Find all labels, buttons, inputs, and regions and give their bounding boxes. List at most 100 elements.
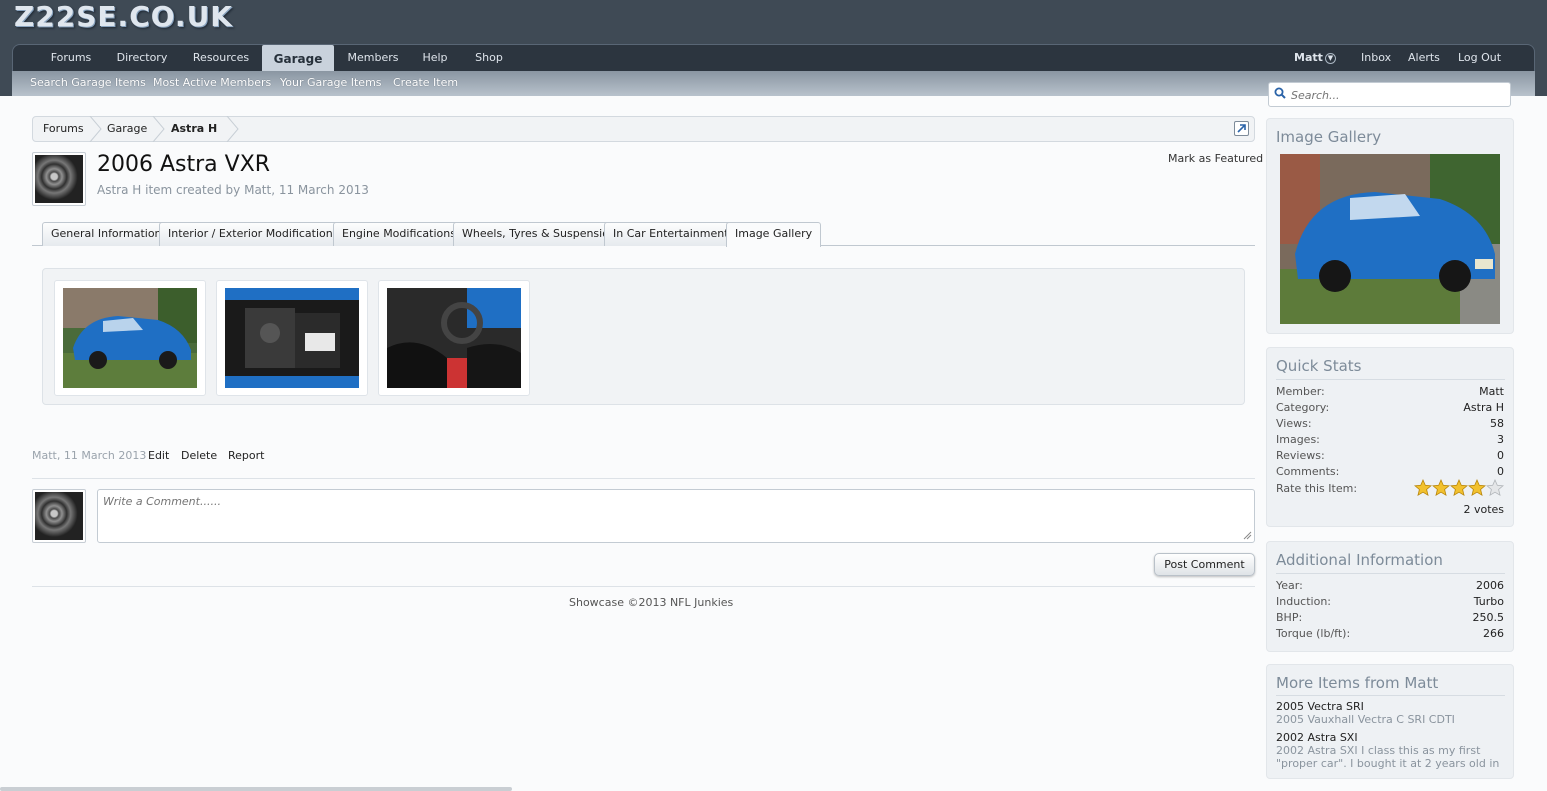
stat-label: Images:: [1276, 433, 1320, 446]
subnav-most-active[interactable]: Most Active Members: [153, 71, 271, 96]
breadcrumb: Forums Garage Astra H: [32, 116, 1255, 142]
subnav-your-items[interactable]: Your Garage Items: [280, 71, 382, 96]
tab-general-information[interactable]: General Information: [42, 222, 171, 246]
user-menu[interactable]: Matt ▼: [1294, 45, 1336, 71]
nav-logout[interactable]: Log Out: [1458, 45, 1501, 71]
user-name: Matt: [1294, 51, 1323, 64]
breadcrumb-separator-icon: [226, 116, 239, 142]
nav-tab-forums[interactable]: Forums: [41, 45, 101, 71]
nav-tab-help[interactable]: Help: [415, 45, 455, 71]
tab-image-gallery[interactable]: Image Gallery: [726, 222, 822, 247]
stat-comments: 0: [1497, 465, 1504, 478]
nav-tab-members[interactable]: Members: [341, 45, 405, 71]
breadcrumb-astra-h[interactable]: Astra H: [171, 117, 217, 141]
sidebar-image-gallery: Image Gallery: [1266, 118, 1514, 334]
rate-label: Rate this Item:: [1276, 482, 1358, 495]
info-label: Torque (lb/ft):: [1276, 627, 1351, 640]
interior-photo: [387, 288, 521, 388]
quick-stats-title: Quick Stats: [1276, 357, 1362, 375]
search-box[interactable]: [1268, 82, 1511, 107]
tab-in-car-entertainment[interactable]: In Car Entertainment: [604, 222, 738, 246]
divider: [32, 586, 1255, 587]
more-item-desc: 2002 Astra SXI I class this as my first …: [1276, 744, 1500, 770]
search-icon: [1274, 87, 1286, 99]
gallery-thumb-engine[interactable]: [216, 280, 368, 396]
search-input[interactable]: [1291, 86, 1503, 104]
page-title: 2006 Astra VXR: [97, 152, 271, 177]
additional-info-title: Additional Information: [1276, 551, 1443, 569]
stat-member[interactable]: Matt: [1479, 385, 1504, 398]
jump-to-icon[interactable]: [1234, 121, 1249, 136]
image-gallery: [42, 268, 1245, 405]
stat-images: 3: [1497, 433, 1504, 446]
info-label: Year:: [1276, 579, 1303, 592]
resize-grip-icon[interactable]: [1243, 531, 1252, 540]
post-comment-button[interactable]: Post Comment: [1154, 553, 1255, 576]
star-filled-icon[interactable]: [1432, 479, 1450, 497]
info-bhp: 250.5: [1472, 611, 1505, 624]
nav-tab-resources[interactable]: Resources: [186, 45, 256, 71]
info-induction: Turbo: [1473, 595, 1504, 608]
gallery-feature-photo[interactable]: [1280, 154, 1500, 324]
gallery-thumb-exterior[interactable]: [54, 280, 206, 396]
star-empty-icon[interactable]: [1486, 479, 1504, 497]
nav-tab-garage[interactable]: Garage: [262, 45, 334, 73]
stat-category[interactable]: Astra H: [1463, 401, 1504, 414]
sidebar-additional-info: Additional Information Year: 2006 Induct…: [1266, 541, 1514, 652]
chevron-down-icon: ▼: [1324, 52, 1336, 64]
nav-inbox[interactable]: Inbox: [1361, 45, 1391, 71]
car-exterior-photo: [63, 288, 197, 388]
delete-link[interactable]: Delete: [181, 449, 217, 462]
gallery-thumb-interior[interactable]: [378, 280, 530, 396]
meta-date: 11 March 2013: [63, 449, 147, 462]
nav-alerts[interactable]: Alerts: [1408, 45, 1440, 71]
main-nav: Forums Directory Resources Garage Member…: [12, 44, 1535, 73]
more-item-title[interactable]: 2002 Astra SXI: [1276, 731, 1358, 744]
star-filled-icon[interactable]: [1468, 479, 1486, 497]
nav-tab-directory[interactable]: Directory: [109, 45, 175, 71]
engine-bay-photo: [225, 288, 359, 388]
stat-reviews: 0: [1497, 449, 1504, 462]
info-label: BHP:: [1276, 611, 1303, 624]
nav-tab-shop[interactable]: Shop: [468, 45, 510, 71]
stat-label: Category:: [1276, 401, 1330, 414]
mark-featured-link[interactable]: Mark as Featured: [1168, 152, 1263, 165]
sidebar-gallery-title: Image Gallery: [1276, 128, 1382, 146]
star-filled-icon[interactable]: [1450, 479, 1468, 497]
more-item-desc: 2005 Vauxhall Vectra C SRI CDTI: [1276, 713, 1455, 726]
stat-label: Views:: [1276, 417, 1312, 430]
tab-engine-modifications[interactable]: Engine Modifications: [333, 222, 465, 246]
star-filled-icon[interactable]: [1414, 479, 1432, 497]
breadcrumb-separator-icon: [152, 116, 165, 142]
divider: [32, 478, 1255, 479]
sidebar-quick-stats: Quick Stats Member: Matt Category: Astra…: [1266, 347, 1514, 527]
info-label: Induction:: [1276, 595, 1331, 608]
subnav-search-garage[interactable]: Search Garage Items: [30, 71, 146, 96]
footer-copyright: Showcase ©2013 NFL Junkies: [569, 596, 734, 609]
page-description: Astra H item created by Matt, 11 March 2…: [97, 183, 369, 197]
breadcrumb-garage[interactable]: Garage: [107, 117, 147, 141]
meta-author[interactable]: Matt: [32, 449, 57, 462]
horizontal-scrollbar[interactable]: [0, 787, 512, 791]
tab-interior-exterior[interactable]: Interior / Exterior Modifications: [159, 222, 348, 246]
tab-wheels-tyres[interactable]: Wheels, Tyres & Suspension: [453, 222, 625, 246]
comment-avatar[interactable]: [32, 489, 86, 543]
stat-views: 58: [1490, 417, 1504, 430]
more-items-title: More Items from Matt: [1276, 674, 1439, 692]
stat-label: Member:: [1276, 385, 1325, 398]
edit-link[interactable]: Edit: [148, 449, 169, 462]
site-logo[interactable]: Z22SE.CO.UK: [14, 0, 233, 33]
stat-label: Reviews:: [1276, 449, 1325, 462]
item-author[interactable]: Matt, 11 March 2013: [32, 449, 146, 462]
info-year: 2006: [1476, 579, 1504, 592]
comment-input[interactable]: [97, 489, 1255, 543]
breadcrumb-separator-icon: [89, 116, 102, 142]
breadcrumb-forums[interactable]: Forums: [43, 117, 84, 141]
subnav-create-item[interactable]: Create Item: [393, 71, 458, 96]
report-link[interactable]: Report: [228, 449, 264, 462]
avatar[interactable]: [32, 152, 86, 206]
info-torque: 266: [1483, 627, 1504, 640]
rating-votes: 2 votes: [1463, 503, 1504, 516]
sidebar-more-items: More Items from Matt 2005 Vectra SRI 200…: [1266, 664, 1514, 779]
more-item-title[interactable]: 2005 Vectra SRI: [1276, 700, 1364, 713]
